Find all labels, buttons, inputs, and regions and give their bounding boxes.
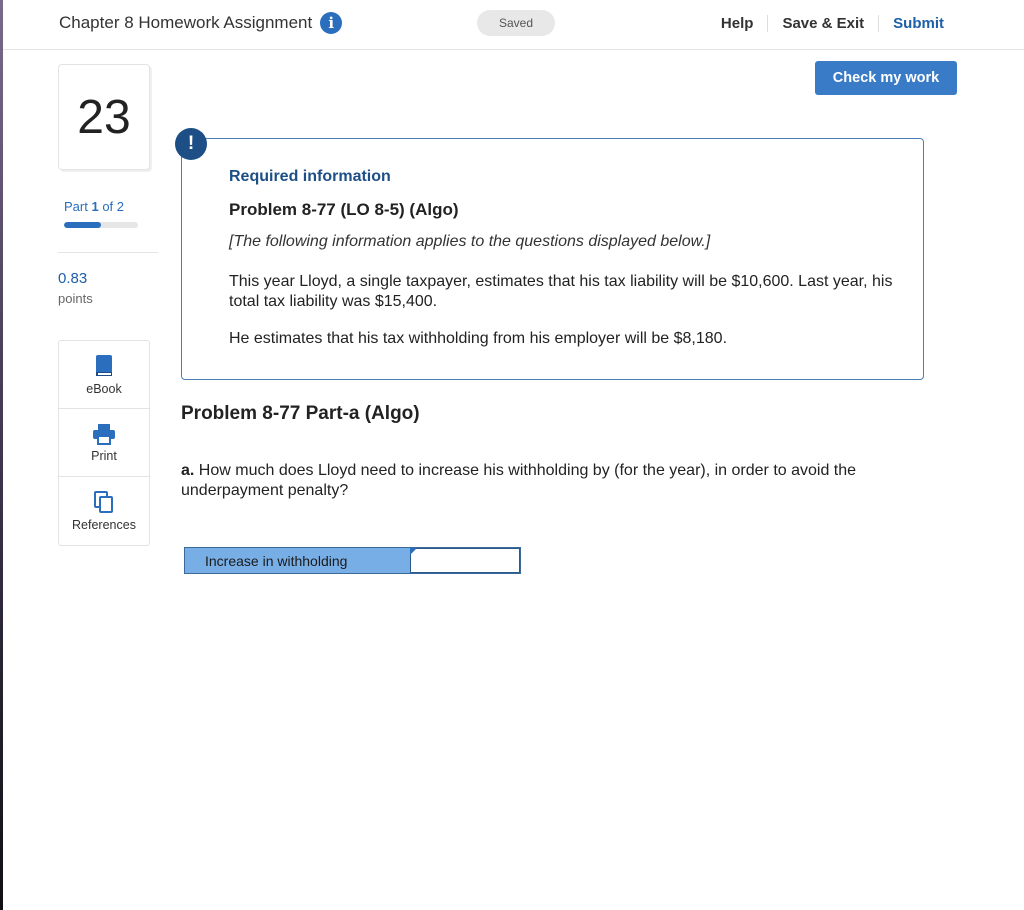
- part-progress-bar: [64, 222, 138, 228]
- print-label: Print: [91, 448, 117, 463]
- header-bar: Chapter 8 Homework Assignment i Saved He…: [3, 0, 1024, 50]
- tools-panel: eBook Print References: [58, 340, 150, 546]
- problem-title: Problem 8-77 (LO 8-5) (Algo): [229, 200, 459, 219]
- exclamation-icon: !: [175, 128, 207, 160]
- part-prefix: Part: [64, 199, 88, 214]
- required-info-heading: Required information: [229, 168, 391, 185]
- check-my-work-button[interactable]: Check my work: [815, 61, 957, 95]
- sidebar-divider: [58, 252, 158, 253]
- header-actions: Help Save & Exit Submit: [707, 0, 958, 46]
- window-edge: [0, 0, 3, 910]
- answer-row: Increase in withholding: [184, 547, 521, 574]
- question-letter: a.: [181, 462, 195, 479]
- ebook-button[interactable]: eBook: [59, 341, 149, 409]
- save-exit-button[interactable]: Save & Exit: [767, 14, 878, 32]
- problem-note: [The following information applies to th…: [229, 233, 711, 250]
- question-body: How much does Lloyd need to increase his…: [181, 462, 857, 499]
- book-icon: [96, 354, 112, 376]
- assignment-title-text: Chapter 8 Homework Assignment: [59, 13, 313, 32]
- part-current: 1: [91, 199, 99, 214]
- info-icon[interactable]: i: [320, 12, 343, 34]
- ebook-label: eBook: [86, 381, 122, 396]
- question-number-card: 23: [58, 64, 150, 170]
- saved-status-badge: Saved: [477, 10, 555, 36]
- print-button[interactable]: Print: [59, 409, 149, 477]
- answer-label: Increase in withholding: [185, 548, 410, 573]
- problem-text-2: He estimates that his tax withholding fr…: [229, 330, 728, 347]
- answer-cell: [410, 548, 520, 573]
- copy-icon: [94, 491, 113, 513]
- increase-withholding-input[interactable]: [410, 548, 520, 573]
- cell-marker-icon: [410, 548, 417, 555]
- assignment-title: Chapter 8 Homework Assignment i: [59, 12, 343, 34]
- submit-button[interactable]: Submit: [878, 14, 958, 32]
- part-progress-fill: [64, 222, 101, 228]
- part-of: of 2: [102, 199, 125, 214]
- references-label: References: [72, 518, 136, 532]
- points-value: 0.83: [58, 270, 88, 287]
- problem-text-1: This year Lloyd, a single taxpayer, esti…: [229, 273, 893, 310]
- printer-icon: [93, 423, 115, 445]
- question-text: a. How much does Lloyd need to increase …: [181, 461, 941, 501]
- part-title: Problem 8-77 Part-a (Algo): [181, 403, 420, 424]
- help-button[interactable]: Help: [707, 15, 768, 32]
- points-label: points: [58, 291, 93, 306]
- references-button[interactable]: References: [59, 477, 149, 545]
- part-indicator: Part 1 of 2: [64, 199, 124, 214]
